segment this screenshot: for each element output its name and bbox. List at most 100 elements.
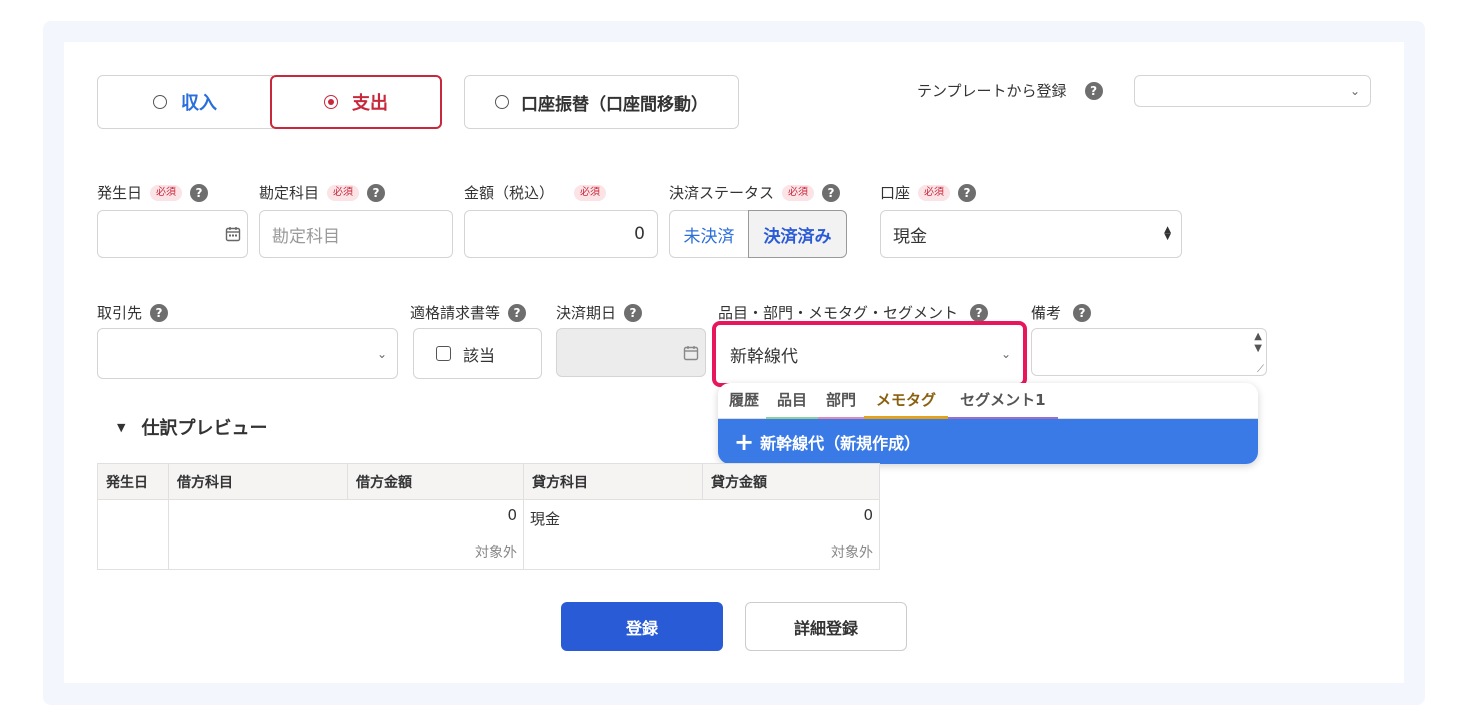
spin-up-icon[interactable]: ▲ (1254, 331, 1262, 342)
dropdown-tab-memotag[interactable]: メモタグ (864, 383, 949, 419)
status-unpaid-button[interactable]: 未決済 (669, 210, 749, 258)
help-icon[interactable]: ? (190, 183, 209, 202)
col-credit-account: 貸方科目 (523, 463, 703, 500)
invoice-checkbox-box[interactable]: 該当 (413, 328, 542, 379)
chevron-down-icon: ⌄ (1000, 347, 1011, 361)
help-icon[interactable]: ? (624, 303, 643, 322)
help-icon[interactable]: ? (150, 303, 169, 322)
resize-handle-icon[interactable]: ⟋ (1257, 364, 1264, 375)
partner-select[interactable]: ⌄ (97, 328, 398, 379)
amount-label-text: 金額（税込） (464, 184, 555, 202)
chevron-down-icon: ⌄ (1349, 84, 1360, 98)
dropdown-create-option[interactable]: + 新幹線代（新規作成） (718, 419, 1258, 464)
help-icon[interactable]: ? (958, 183, 977, 202)
template-select[interactable]: ⌄ (1134, 75, 1371, 107)
preview-toggle[interactable]: ▼ 仕訳プレビュー (117, 414, 267, 440)
account-label: 勘定科目 必須 ? (259, 182, 386, 203)
table-row: 0 対象外 現金 0 対象外 (97, 499, 880, 570)
template-label: テンプレートから登録 ? (917, 80, 1103, 101)
tab-expense[interactable]: 支出 (270, 75, 442, 129)
memo-textarea[interactable]: ▲ ▼ ⟋ (1031, 328, 1267, 376)
dropdown-tab-item[interactable]: 品目 (766, 383, 819, 419)
tag-dropdown: 履歴 品目 部門 メモタグ セグメント1 + 新幹線代（新規作成） (718, 383, 1258, 464)
select-arrows-icon: ▲ ▼ (1164, 225, 1171, 242)
credit-tax-text: 対象外 (831, 545, 873, 561)
account-label-text: 勘定科目 (259, 184, 320, 202)
tag-label-text: 品目・部門・メモタグ・セグメント (718, 304, 959, 322)
detail-register-button-label: 詳細登録 (793, 618, 858, 638)
cell-date (97, 499, 169, 570)
expense-radio-icon (324, 95, 338, 109)
memo-label: 備考 ? (1031, 302, 1092, 323)
preview-table: 発生日 借方科目 借方金額 貸方科目 貸方金額 0 対象外 現金 0 対象外 (97, 463, 880, 570)
col-date: 発生日 (97, 463, 169, 500)
status-label-text: 決済ステータス (669, 184, 775, 202)
dropdown-tab-history[interactable]: 履歴 (722, 383, 766, 419)
invoice-label-text: 適格請求書等 (410, 304, 501, 322)
col-credit-amount: 貸方金額 (702, 463, 880, 500)
account-placeholder: 勘定科目 (272, 226, 340, 247)
required-badge: 必須 (782, 184, 815, 201)
spin-down-icon[interactable]: ▼ (1254, 343, 1262, 354)
chevron-down-icon: ⌄ (376, 346, 387, 361)
tab-transfer-label: 口座振替（口座間移動） (521, 94, 708, 115)
debit-amount-text: 0 (507, 506, 517, 524)
tab-income[interactable]: 収入 (97, 75, 273, 129)
tab-transfer[interactable]: 口座振替（口座間移動） (464, 75, 739, 129)
register-button[interactable]: 登録 (561, 602, 723, 651)
memo-label-text: 備考 (1031, 304, 1062, 322)
amount-value: 0 (634, 224, 645, 244)
date-input[interactable] (97, 210, 248, 258)
detail-register-button[interactable]: 詳細登録 (745, 602, 907, 651)
due-date-input (556, 328, 706, 377)
checkbox-icon[interactable] (436, 346, 451, 361)
account-input[interactable]: 勘定科目 (259, 210, 453, 258)
tag-input[interactable]: 新幹線代 ⌄ (712, 321, 1027, 387)
cell-debit: 0 対象外 (168, 499, 524, 570)
partner-label-text: 取引先 (97, 304, 143, 322)
help-icon[interactable]: ? (1073, 303, 1092, 322)
debit-tax-text: 対象外 (475, 545, 517, 561)
wallet-value: 現金 (893, 226, 927, 247)
wallet-select[interactable]: 現金 ▲ ▼ (880, 210, 1182, 258)
status-label: 決済ステータス 必須 ? (669, 182, 841, 203)
credit-account-text: 現金 (530, 510, 561, 528)
required-badge: 必須 (327, 184, 360, 201)
wallet-label-text: 口座 (880, 184, 911, 202)
register-button-label: 登録 (625, 618, 658, 638)
date-label: 発生日 必須 ? (97, 182, 209, 203)
tab-income-label: 収入 (181, 93, 217, 114)
wallet-label: 口座 必須 ? (880, 182, 977, 203)
template-label-text: テンプレートから登録 (917, 82, 1067, 100)
help-icon[interactable]: ? (1084, 81, 1103, 100)
help-icon[interactable]: ? (367, 183, 386, 202)
income-radio-icon (153, 95, 167, 109)
plus-icon: + (734, 427, 755, 456)
partner-label: 取引先 ? (97, 302, 169, 323)
invoice-checkbox-label: 該当 (463, 345, 496, 365)
due-label: 決済期日 ? (556, 302, 643, 323)
preview-title: 仕訳プレビュー (141, 418, 268, 439)
transfer-radio-icon (495, 95, 509, 109)
dropdown-tab-segment[interactable]: セグメント1 (948, 383, 1058, 419)
table-header-row: 発生日 借方科目 借方金額 貸方科目 貸方金額 (97, 463, 880, 500)
required-badge: 必須 (574, 184, 607, 201)
cell-credit: 現金 0 対象外 (523, 499, 880, 570)
required-badge: 必須 (918, 184, 951, 201)
col-debit-account: 借方科目 (168, 463, 348, 500)
credit-amount-text: 0 (863, 506, 873, 524)
caret-down-icon: ▼ (117, 420, 126, 434)
tab-expense-label: 支出 (352, 93, 388, 114)
create-option-label: 新幹線代（新規作成） (760, 433, 921, 453)
status-paid-button[interactable]: 決済済み (748, 210, 847, 258)
help-icon[interactable]: ? (970, 303, 989, 322)
status-unpaid-label: 未決済 (683, 226, 735, 247)
dropdown-tab-section[interactable]: 部門 (818, 383, 865, 419)
help-icon[interactable]: ? (508, 303, 527, 322)
help-icon[interactable]: ? (822, 183, 841, 202)
calendar-icon (683, 345, 699, 360)
tag-input-value: 新幹線代 (730, 346, 798, 367)
calendar-icon[interactable] (225, 226, 241, 242)
col-debit-amount: 借方金額 (347, 463, 524, 500)
amount-input[interactable]: 0 (464, 210, 658, 258)
